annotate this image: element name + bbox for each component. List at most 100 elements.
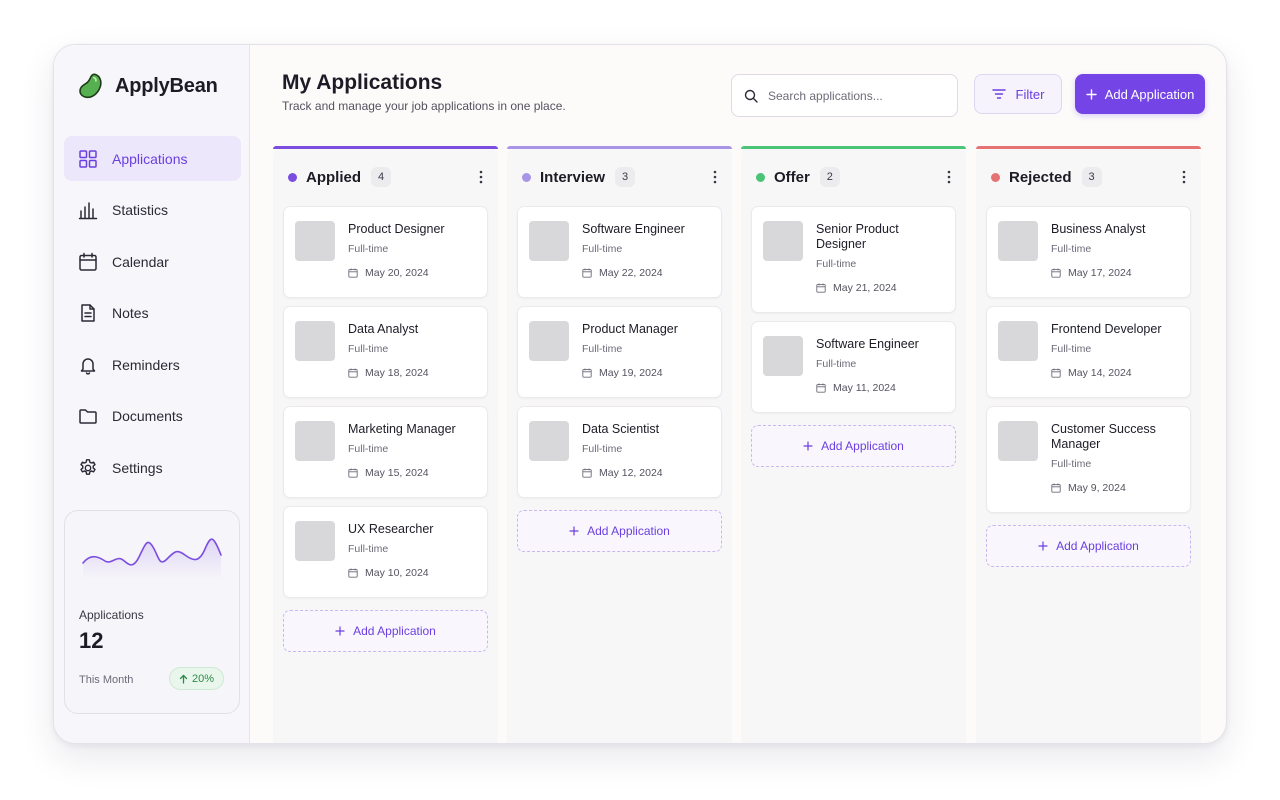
column-offer: Offer 2 Senior Product Designer Full-time Ma…: [741, 146, 966, 743]
card-date: May 19, 2024: [582, 367, 663, 379]
card-job-type: Full-time: [1051, 458, 1092, 470]
app-window: ApplyBean Applications Statistics Calend…: [53, 44, 1227, 744]
add-application-card-button[interactable]: Add Application: [517, 510, 722, 552]
application-card[interactable]: Senior Product Designer Full-time May 21, …: [751, 206, 956, 313]
column-header: Interview 3: [522, 166, 722, 188]
filter-icon: [991, 89, 1006, 99]
company-logo-placeholder: [998, 421, 1038, 461]
company-logo-placeholder: [295, 421, 335, 461]
application-card[interactable]: Software Engineer Full-time May 11, 2024: [751, 321, 956, 413]
company-logo-placeholder: [763, 221, 803, 261]
card-date-text: May 9, 2024: [1068, 482, 1126, 494]
company-logo-placeholder: [295, 521, 335, 561]
card-date-text: May 22, 2024: [599, 267, 663, 279]
stats-label: Applications: [79, 608, 144, 622]
search-input[interactable]: [768, 88, 928, 103]
brand[interactable]: ApplyBean: [76, 71, 218, 101]
main-content: My Applications Track and manage your jo…: [250, 45, 1226, 743]
card-title: Product Manager: [582, 322, 678, 336]
add-application-label: Add Application: [821, 439, 904, 453]
application-card[interactable]: Customer Success Manager Full-time May 9, …: [986, 406, 1191, 513]
search-icon: [744, 89, 758, 103]
column-rejected: Rejected 3 Business Analyst Full-time May 17…: [976, 146, 1201, 743]
calendar-icon: [1051, 368, 1061, 378]
plus-icon: [569, 526, 579, 536]
card-title: Data Analyst: [348, 322, 419, 336]
sidebar-item-reminders[interactable]: Reminders: [64, 342, 241, 387]
card-date-text: May 11, 2024: [833, 382, 896, 394]
status-dot: [756, 172, 765, 182]
card-job-type: Full-time: [1051, 243, 1092, 255]
card-date-text: May 20, 2024: [365, 267, 429, 279]
bean-icon: [79, 73, 102, 99]
page-subtitle: Track and manage your job applications i…: [282, 99, 566, 113]
sidebar-item-settings[interactable]: Settings: [64, 445, 241, 490]
application-card[interactable]: Frontend Developer Full-time May 14, 2024: [986, 306, 1191, 398]
status-dot: [288, 172, 297, 182]
application-card[interactable]: Marketing Manager Full-time May 15, 2024: [283, 406, 488, 498]
sidebar-item-statistics[interactable]: Statistics: [64, 188, 241, 233]
filter-button[interactable]: Filter: [974, 74, 1062, 114]
add-application-card-button[interactable]: Add Application: [751, 425, 956, 467]
card-date: May 15, 2024: [348, 467, 429, 479]
column-count-badge: 2: [819, 167, 840, 187]
add-application-label: Add Application: [587, 524, 670, 538]
column-title: Applied: [306, 168, 361, 186]
calendar-icon: [816, 383, 826, 393]
column-menu-button[interactable]: [474, 168, 488, 186]
sidebar-item-label: Applications: [112, 150, 188, 167]
column-menu-button[interactable]: [1177, 168, 1191, 186]
company-logo-placeholder: [998, 221, 1038, 261]
company-logo-placeholder: [998, 321, 1038, 361]
add-application-button[interactable]: Add Application: [1075, 74, 1205, 114]
column-header: Applied 4: [288, 166, 488, 188]
card-date-text: May 18, 2024: [365, 367, 429, 379]
add-application-card-button[interactable]: Add Application: [283, 610, 488, 652]
application-card[interactable]: Data Analyst Full-time May 18, 2024: [283, 306, 488, 398]
application-card[interactable]: Data Scientist Full-time May 12, 2024: [517, 406, 722, 498]
card-title: Software Engineer: [582, 222, 685, 236]
sidebar-item-documents[interactable]: Documents: [64, 394, 241, 439]
card-job-type: Full-time: [582, 243, 623, 255]
column-header: Offer 2: [756, 166, 956, 188]
sidebar-item-notes[interactable]: Notes: [64, 291, 241, 336]
sidebar: ApplyBean Applications Statistics Calend…: [54, 45, 250, 743]
card-job-type: Full-time: [582, 343, 623, 355]
card-date: May 12, 2024: [582, 467, 663, 479]
application-card[interactable]: Business Analyst Full-time May 17, 2024: [986, 206, 1191, 298]
sidebar-item-calendar[interactable]: Calendar: [64, 239, 241, 284]
column-accent-bar: [273, 146, 498, 149]
column-interview: Interview 3 Software Engineer Full-time May …: [507, 146, 732, 743]
card-title: Data Scientist: [582, 422, 660, 436]
sidebar-item-label: Calendar: [112, 253, 169, 270]
calendar-icon: [348, 568, 358, 578]
more-vertical-icon: [1182, 170, 1186, 184]
card-date-text: May 17, 2024: [1068, 267, 1132, 279]
stats-change-badge: 20%: [169, 667, 225, 690]
sidebar-item-label: Notes: [112, 305, 149, 321]
card-date-text: May 19, 2024: [599, 367, 663, 379]
application-card[interactable]: Product Designer Full-time May 20, 2024: [283, 206, 488, 298]
add-application-card-button[interactable]: Add Application: [986, 525, 1191, 567]
calendar-icon: [348, 368, 358, 378]
more-vertical-icon: [479, 170, 483, 184]
column-menu-button[interactable]: [708, 168, 722, 186]
application-card[interactable]: Product Manager Full-time May 19, 2024: [517, 306, 722, 398]
card-job-type: Full-time: [348, 243, 389, 255]
application-card[interactable]: UX Researcher Full-time May 10, 2024: [283, 506, 488, 598]
card-date: May 21, 2024: [816, 282, 897, 294]
calendar-icon: [1051, 483, 1061, 493]
sidebar-item-applications[interactable]: Applications: [64, 136, 241, 181]
more-vertical-icon: [947, 170, 951, 184]
arrow-up-icon: [179, 674, 188, 684]
more-vertical-icon: [713, 170, 717, 184]
search-box[interactable]: [731, 74, 958, 117]
card-date: May 22, 2024: [582, 267, 663, 279]
card-job-type: Full-time: [348, 443, 389, 455]
sidebar-item-label: Reminders: [112, 356, 180, 373]
stats-card: Applications 12 This Month 20%: [64, 510, 240, 714]
application-card[interactable]: Software Engineer Full-time May 22, 2024: [517, 206, 722, 298]
stats-change-value: 20%: [192, 672, 215, 685]
column-menu-button[interactable]: [942, 168, 956, 186]
company-logo-placeholder: [529, 321, 569, 361]
